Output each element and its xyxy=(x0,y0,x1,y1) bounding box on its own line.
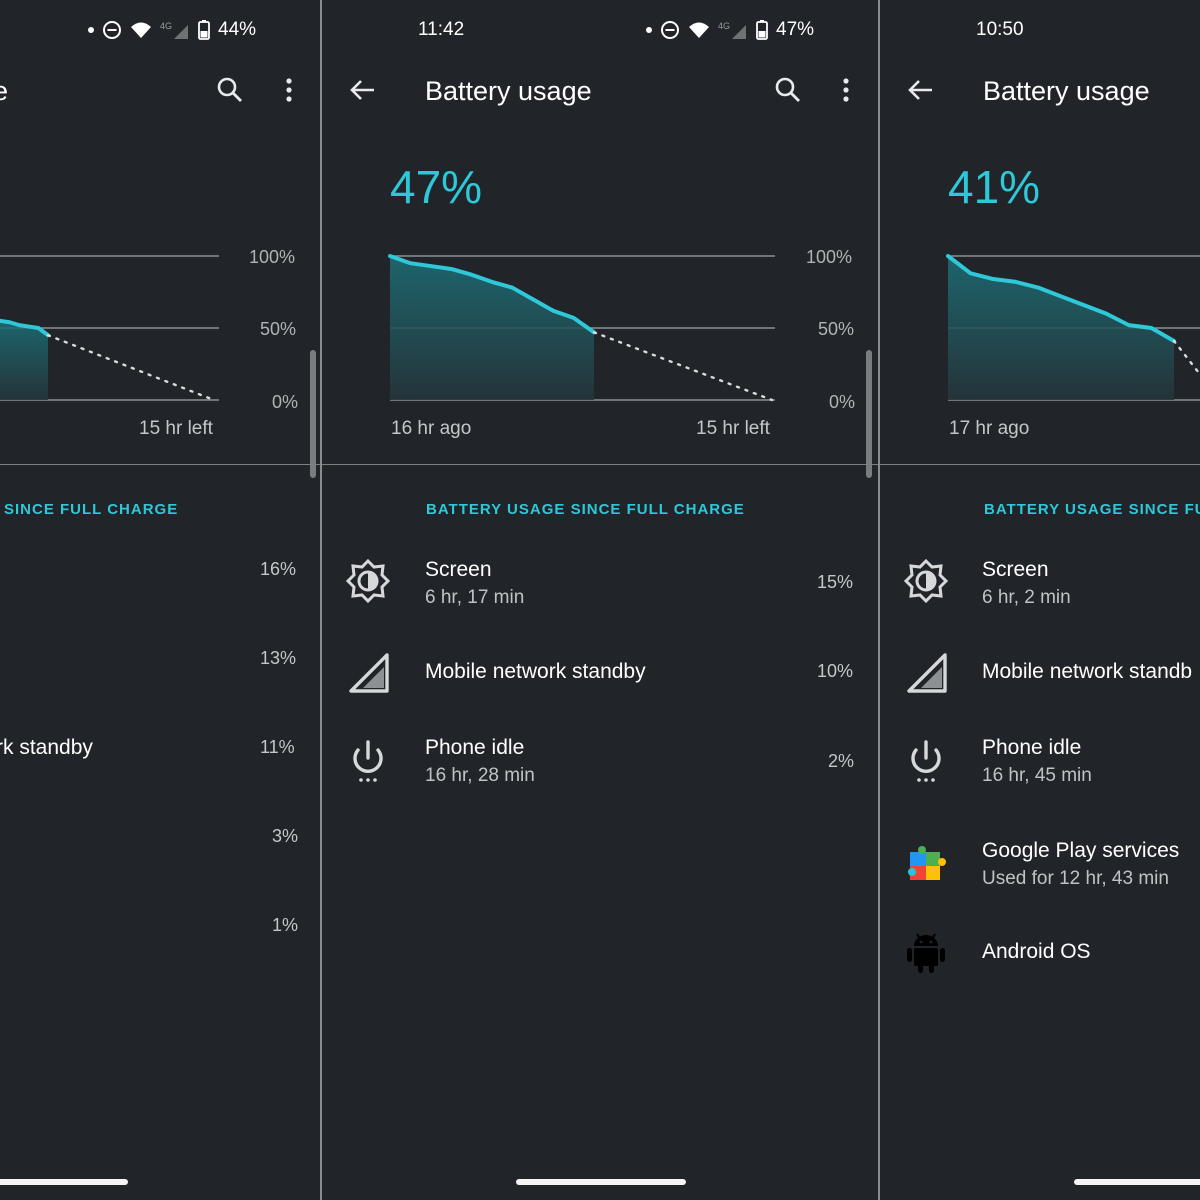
svg-text:4G: 4G xyxy=(160,21,172,31)
section-title: BATTERY USAGE SINCE FUL xyxy=(984,501,1200,518)
usage-percent: 11% xyxy=(260,737,295,757)
divider xyxy=(880,464,1200,465)
page-title: age xyxy=(0,76,9,106)
usage-row-title: Android OS xyxy=(982,940,1091,963)
scrollbar[interactable] xyxy=(866,350,872,478)
dnd-icon xyxy=(661,21,679,39)
battery-icon xyxy=(198,20,210,40)
panel-left: 4G 44% age 100% 50% 0% 15 hr left SINCE … xyxy=(0,0,320,1200)
page-title: Battery usage xyxy=(983,76,1150,106)
usage-row-title: Google Play services xyxy=(982,839,1180,862)
home-indicator[interactable] xyxy=(1074,1179,1200,1185)
time-ago-label: 16 hr ago xyxy=(391,418,472,439)
status-bar: 4G 44% xyxy=(88,18,256,42)
svg-text:4G: 4G xyxy=(718,21,730,31)
axis-tick-100: 100% xyxy=(249,247,296,267)
axis-tick-50: 50% xyxy=(260,319,297,339)
usage-row-title: Phone idle xyxy=(425,736,525,759)
usage-percent: 2% xyxy=(828,751,855,771)
usage-row-subtitle: 16 hr, 28 min xyxy=(425,765,535,786)
home-indicator[interactable] xyxy=(0,1179,128,1185)
usage-row-title: Screen xyxy=(425,558,492,581)
usage-row-title: Mobile network standby xyxy=(425,660,646,683)
cell-signal-icon xyxy=(907,653,947,693)
divider xyxy=(0,464,320,465)
chart-area-fill xyxy=(390,256,594,400)
usage-row-title: Screen xyxy=(982,558,1049,581)
chart-projection xyxy=(46,334,216,402)
cell-4g-icon: 4G xyxy=(718,21,746,39)
more-options-icon[interactable] xyxy=(273,74,305,106)
usage-row-title: Mobile network standb xyxy=(982,660,1193,683)
usage-row-subtitle: 6 hr, 2 min xyxy=(982,587,1071,608)
axis-tick-100: 100% xyxy=(806,247,853,267)
page-title: Battery usage xyxy=(425,76,592,106)
battery-level-text: 47% xyxy=(776,19,815,40)
chart-projection xyxy=(592,331,774,402)
usage-percent: 16% xyxy=(260,559,297,579)
section-title: SINCE FULL CHARGE xyxy=(4,501,179,518)
battery-chart xyxy=(946,254,1200,401)
battery-level-text: 44% xyxy=(218,19,257,40)
search-icon[interactable] xyxy=(772,74,804,106)
axis-tick-0: 0% xyxy=(829,392,856,412)
usage-row-title[interactable]: rk standby xyxy=(0,736,93,760)
usage-row-title: Phone idle xyxy=(982,736,1082,759)
usage-row-subtitle: Used for 12 hr, 43 min xyxy=(982,868,1169,889)
more-options-icon[interactable] xyxy=(830,74,862,106)
back-arrow-icon[interactable] xyxy=(347,74,379,106)
battery-icon xyxy=(756,20,768,40)
power-idle-icon xyxy=(353,740,383,782)
chart-area-fill xyxy=(0,320,48,400)
usage-row-subtitle: 16 hr, 45 min xyxy=(982,765,1092,786)
google-play-services-icon xyxy=(908,846,946,880)
brightness-icon xyxy=(346,559,390,603)
scrollbar[interactable] xyxy=(310,350,316,478)
status-bar: 4G 47% xyxy=(646,18,814,42)
time-left-label: 15 hr left xyxy=(139,418,213,439)
usage-percent: 10% xyxy=(817,661,854,681)
usage-percent: 1% xyxy=(272,915,299,935)
back-arrow-icon[interactable] xyxy=(905,74,937,106)
usage-row-subtitle: 6 hr, 17 min xyxy=(425,587,525,608)
notification-dot xyxy=(88,27,94,33)
wifi-icon xyxy=(689,22,709,38)
screenshot-collage: 4G 44% age 100% 50% 0% 15 hr left SINCE … xyxy=(0,0,1200,1200)
cell-4g-icon: 4G xyxy=(160,21,188,39)
panel-center: 11:42 4G 47% Battery usage 47% 100% 50% … xyxy=(322,0,878,1200)
battery-percentage: 47% xyxy=(390,161,483,213)
notification-dot xyxy=(646,27,652,33)
dnd-icon xyxy=(103,21,121,39)
status-time: 11:42 xyxy=(418,19,465,40)
axis-tick-0: 0% xyxy=(272,392,299,412)
battery-chart xyxy=(388,254,775,402)
time-left-label: 15 hr left xyxy=(696,418,770,439)
cell-signal-icon xyxy=(349,653,389,693)
home-indicator[interactable] xyxy=(516,1179,686,1185)
battery-percentage: 41% xyxy=(948,161,1041,213)
brightness-icon xyxy=(904,559,948,603)
usage-percent: 15% xyxy=(817,572,854,592)
wifi-icon xyxy=(131,22,151,38)
chart-projection xyxy=(1172,339,1200,377)
android-icon xyxy=(907,933,945,973)
section-title: BATTERY USAGE SINCE FULL CHARGE xyxy=(426,501,745,518)
power-idle-icon xyxy=(911,740,941,782)
time-ago-label: 17 hr ago xyxy=(949,418,1030,439)
divider xyxy=(322,464,878,465)
status-time: 10:50 xyxy=(976,19,1024,40)
usage-percent: 13% xyxy=(260,648,297,668)
usage-percent: 3% xyxy=(272,826,299,846)
search-icon[interactable] xyxy=(214,74,246,106)
axis-tick-50: 50% xyxy=(818,319,855,339)
panel-right: 10:50 Battery usage 41% 17 hr ago BATTER… xyxy=(880,0,1200,1200)
